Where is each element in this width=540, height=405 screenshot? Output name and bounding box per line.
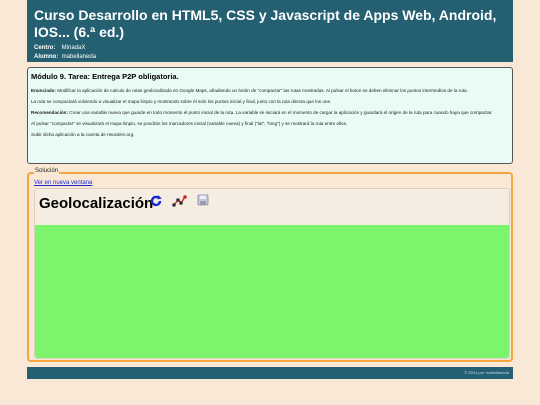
task-paragraph-4: Al pulsar "compactar" se visualizará el … — [31, 121, 348, 126]
page-header: Curso Desarrollo en HTML5, CSS y Javascr… — [27, 0, 513, 62]
alumno-label: Alumno: — [34, 54, 59, 60]
app-title: Geolocalización — [39, 195, 154, 212]
enunciado-text: Modificar la aplicación de calculo de ru… — [57, 88, 468, 93]
neocities-text: neocities.org. — [107, 132, 135, 137]
page-footer: © 2014 por 'mabellaneda — [27, 367, 513, 379]
recomendacion-label: Recomendación: — [31, 110, 69, 115]
task-paragraph-2: La ruta se compactará volviendo a visual… — [31, 99, 332, 104]
solution-legend: Solución — [34, 168, 60, 174]
page: Curso Desarrollo en HTML5, CSS y Javascr… — [27, 0, 513, 164]
alumno-value: mabellaneda — [61, 54, 97, 60]
map-area[interactable] — [35, 225, 509, 358]
refresh-icon[interactable] — [149, 194, 163, 208]
task-box: Módulo 9. Tarea: Entrega P2P obligatoria… — [27, 67, 513, 164]
centro-label: Centro: — [34, 45, 56, 51]
centro-value: MiriadaX — [61, 45, 86, 51]
solution-fieldset: Solución Ver en nueva ventana Geolocaliz… — [27, 168, 513, 362]
task-enunciado: Enunciado: Modificar la aplicación de ca… — [31, 88, 509, 94]
route-icon[interactable] — [172, 194, 187, 208]
new-window-link[interactable]: Ver en nueva ventana — [34, 180, 92, 186]
task-paragraph-5: Subir dicha aplicación a la cuenta de ne… — [31, 132, 509, 138]
p5-prefix: Subir dicha aplicación a la cuenta de — [31, 132, 108, 137]
save-icon[interactable] — [196, 194, 210, 208]
app-frame: Geolocalización — [34, 188, 510, 359]
recomendacion-text: Crear una variable nueva que guarde en t… — [69, 110, 493, 115]
task-recomendacion: Recomendación: Crear una variable nueva … — [31, 110, 509, 116]
footer-text: © 2014 por 'mabellaneda — [464, 370, 509, 375]
page-title: Curso Desarrollo en HTML5, CSS y Javascr… — [34, 7, 497, 40]
task-title: Módulo 9. Tarea: Entrega P2P obligatoria… — [31, 72, 179, 81]
student-info: Centro: MiriadaX Alumno: mabellaneda — [34, 44, 506, 62]
enunciado-label: Enunciado: — [31, 88, 57, 93]
